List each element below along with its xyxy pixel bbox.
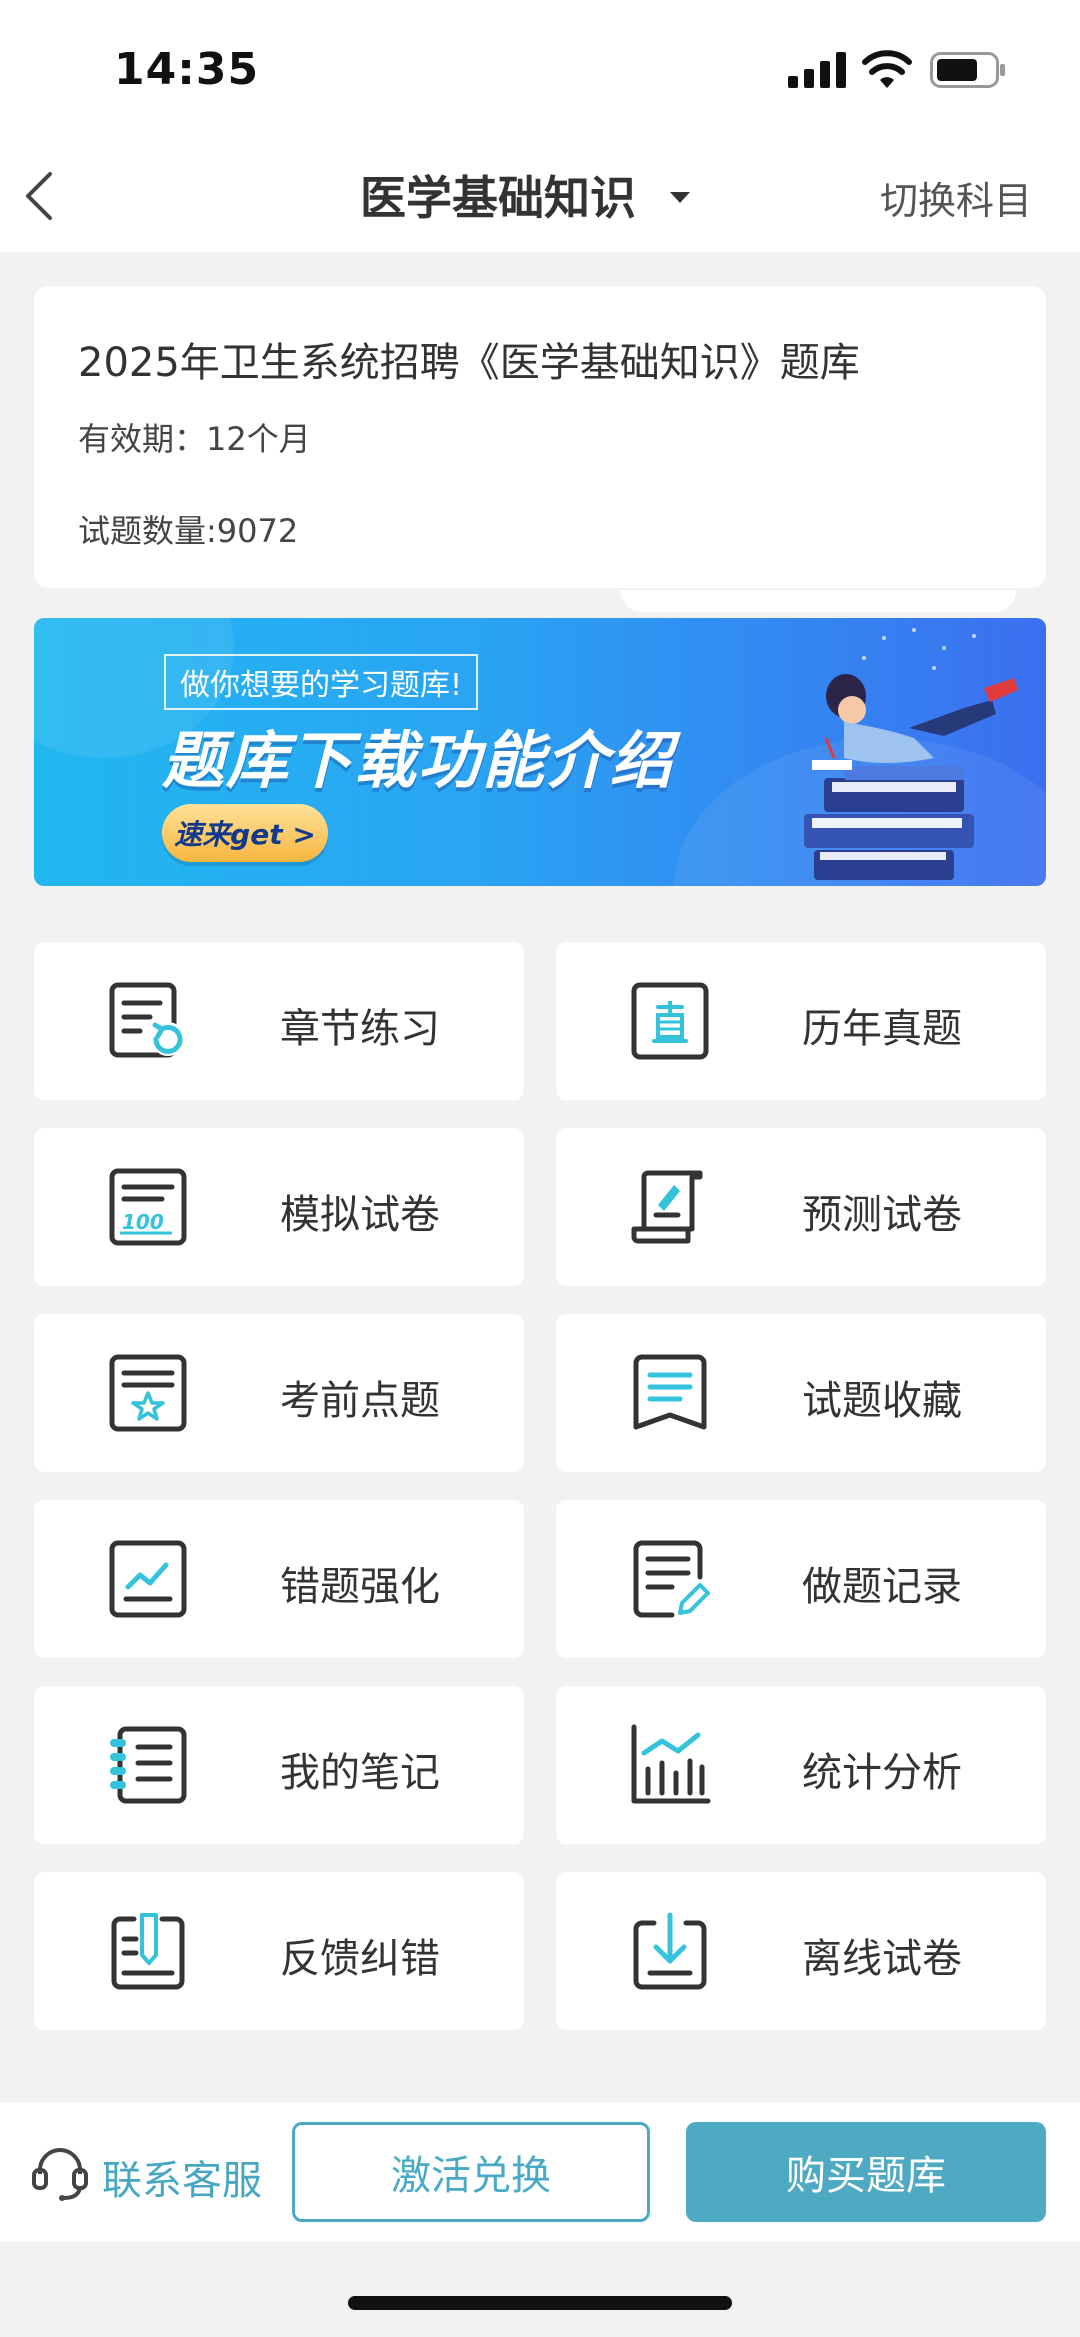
- card-tab-decoration: [620, 590, 1016, 612]
- grid-item-label: 统计分析: [802, 1750, 962, 1796]
- mock-paper-button[interactable]: 100 模拟试卷: [34, 1128, 524, 1286]
- cellular-signal-icon: [788, 52, 846, 88]
- pre-exam-tips-button[interactable]: 考前点题: [34, 1314, 524, 1472]
- bookmark-icon: [633, 1354, 707, 1430]
- grid-item-label: 历年真题: [802, 1006, 962, 1052]
- subject-selector[interactable]: 医学基础知识: [360, 160, 690, 230]
- practice-record-icon: [633, 1540, 710, 1618]
- forecast-paper-icon: [631, 1170, 703, 1244]
- grid-item-label: 章节练习: [280, 1006, 440, 1052]
- feedback-button[interactable]: 反馈纠错: [34, 1872, 524, 2030]
- practice-record-button[interactable]: 做题记录: [556, 1500, 1046, 1658]
- activate-redeem-button[interactable]: 激活兑换: [292, 2122, 650, 2222]
- status-time: 14:35: [114, 44, 260, 95]
- grid-item-label: 预测试卷: [802, 1192, 962, 1238]
- statistics-button[interactable]: 统计分析: [556, 1686, 1046, 1844]
- feedback-icon: [111, 1913, 185, 1990]
- statistics-icon: [631, 1724, 711, 1804]
- headset-icon[interactable]: [30, 2142, 90, 2202]
- notes-button[interactable]: 我的笔记: [34, 1686, 524, 1844]
- switch-subject-button[interactable]: 切换科目: [880, 170, 1032, 225]
- nav-bar: 医学基础知识 切换科目: [0, 140, 1080, 252]
- wrong-questions-icon: [109, 1540, 187, 1618]
- bottom-action-bar: 联系客服 激活兑换 购买题库: [0, 2102, 1080, 2242]
- wrong-questions-button[interactable]: 错题强化: [34, 1500, 524, 1658]
- home-indicator[interactable]: [348, 2296, 732, 2310]
- question-count: 试题数量:9072: [78, 512, 299, 550]
- grid-item-label: 模拟试卷: [280, 1192, 440, 1238]
- battery-icon: [930, 52, 1005, 88]
- bookmark-button[interactable]: 试题收藏: [556, 1314, 1046, 1472]
- chapter-practice-icon: [109, 982, 185, 1058]
- banner-title: 题库下载功能介绍: [162, 724, 675, 797]
- offline-download-icon: [633, 1912, 707, 1990]
- buy-question-bank-button[interactable]: 购买题库: [686, 2122, 1046, 2222]
- grid-item-label: 离线试卷: [802, 1936, 962, 1982]
- bank-title: 2025年卫生系统招聘《医学基础知识》题库: [78, 340, 860, 386]
- mock-paper-icon: 100: [109, 1168, 187, 1246]
- back-button[interactable]: [14, 162, 74, 230]
- banner-subtitle: 做你想要的学习题库!: [164, 654, 479, 710]
- validity-text: 有效期：12个月: [78, 420, 311, 458]
- grid-item-label: 错题强化: [280, 1564, 440, 1610]
- forecast-paper-button[interactable]: 预测试卷: [556, 1128, 1046, 1286]
- past-exams-button[interactable]: 历年真题: [556, 942, 1046, 1100]
- question-bank-card: 2025年卫生系统招聘《医学基础知识》题库 有效期：12个月 试题数量:9072: [34, 286, 1046, 588]
- customer-service-button[interactable]: 联系客服: [102, 2148, 262, 2206]
- status-bar: 14:35: [0, 0, 1080, 140]
- svg-text:100: 100: [122, 1210, 164, 1234]
- pre-exam-tips-icon: [109, 1354, 187, 1432]
- reading-student-illustration: [804, 628, 1018, 880]
- grid-item-label: 考前点题: [280, 1378, 440, 1424]
- wifi-icon: [862, 50, 912, 88]
- grid-item-label: 我的笔记: [280, 1750, 440, 1796]
- caret-down-icon: [670, 191, 690, 203]
- page-title: 医学基础知识: [360, 171, 636, 225]
- banner-get-button[interactable]: 速来get >: [162, 804, 328, 862]
- notes-icon: [110, 1726, 187, 1804]
- grid-item-label: 做题记录: [802, 1564, 962, 1610]
- grid-item-label: 试题收藏: [802, 1378, 962, 1424]
- offline-download-button[interactable]: 离线试卷: [556, 1872, 1046, 2030]
- past-exams-icon: [631, 982, 709, 1060]
- grid-item-label: 反馈纠错: [280, 1936, 440, 1982]
- download-feature-banner[interactable]: 做你想要的学习题库! 题库下载功能介绍 速来get >: [34, 618, 1046, 886]
- chapter-practice-button[interactable]: 章节练习: [34, 942, 524, 1100]
